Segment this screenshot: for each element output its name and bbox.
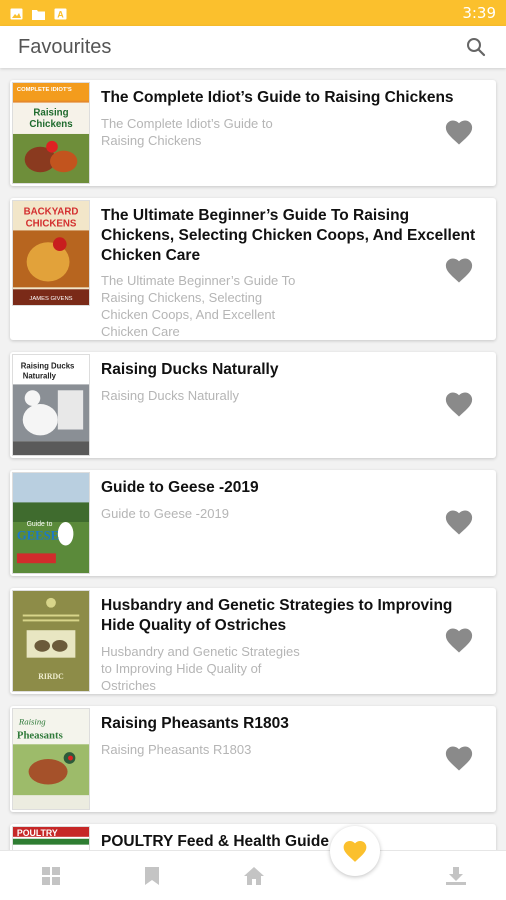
favourite-toggle[interactable] xyxy=(444,508,474,536)
cover-text: COMPLETE IDIOT'S xyxy=(17,87,72,93)
svg-text:A: A xyxy=(57,10,64,20)
book-cover: Guide to GEESE xyxy=(12,472,90,574)
status-time: 3:39 xyxy=(462,4,496,22)
favourite-card[interactable]: Raising Ducks Naturally Raising Ducks Na… xyxy=(10,352,496,458)
nav-bookmarks[interactable] xyxy=(141,865,163,887)
book-title: Husbandry and Genetic Strategies to Impr… xyxy=(101,597,453,634)
search-icon xyxy=(467,38,486,57)
cover-text: Raising xyxy=(33,107,68,118)
home-icon xyxy=(244,867,264,885)
cover-text: BACKYARD xyxy=(24,207,79,218)
favourite-toggle[interactable] xyxy=(444,118,474,146)
book-cover: Raising Ducks Naturally xyxy=(12,354,90,456)
favourite-toggle[interactable] xyxy=(444,744,474,772)
book-title: Raising Pheasants R1803 xyxy=(101,715,289,732)
cover-text: Naturally xyxy=(23,372,57,381)
download-icon xyxy=(446,867,466,885)
cover-text: Raising Ducks xyxy=(21,362,75,371)
favourite-card[interactable]: COMPLETE IDIOT'S Raising Chickens The Co… xyxy=(10,80,496,186)
heart-icon xyxy=(445,746,473,771)
bottom-navigation xyxy=(0,850,506,900)
book-cover: POULTRY xyxy=(12,826,90,850)
heart-icon xyxy=(445,628,473,653)
book-title: Raising Ducks Naturally xyxy=(101,361,279,378)
favourite-toggle[interactable] xyxy=(444,626,474,654)
book-subtitle: Raising Pheasants R1803 xyxy=(101,742,252,757)
book-title: The Complete Idiot’s Guide to Raising Ch… xyxy=(101,89,454,106)
nav-downloads[interactable] xyxy=(445,865,467,887)
bookmark-icon xyxy=(145,867,159,885)
book-title: POULTRY Feed & Health Guide xyxy=(101,833,329,850)
book-cover: BACKYARD CHICKENS JAMES GIVENS xyxy=(12,200,90,306)
book-cover: Raising Pheasants xyxy=(12,708,90,810)
favourite-card[interactable]: BACKYARD CHICKENS JAMES GIVENS The Ultim… xyxy=(10,198,496,340)
page-title: Favourites xyxy=(18,35,112,58)
favourite-card[interactable]: Raising Pheasants Raising Pheasants R180… xyxy=(10,706,496,812)
cover-text: CHICKENS xyxy=(26,218,77,229)
folder-icon xyxy=(32,7,45,20)
book-cover: RIRDC xyxy=(12,590,90,692)
book-title: Guide to Geese -2019 xyxy=(101,479,259,496)
cover-text: RIRDC xyxy=(38,672,64,681)
book-subtitle: The Complete Idiot’s Guide to Raising Ch… xyxy=(101,116,273,148)
book-title: The Ultimate Beginner’s Guide To Raising… xyxy=(101,207,476,264)
cover-text: Pheasants xyxy=(17,729,63,741)
heart-icon xyxy=(343,841,367,862)
favourite-card[interactable]: Guide to GEESE Guide to Geese -2019 Guid… xyxy=(10,470,496,576)
heart-icon xyxy=(445,392,473,417)
heart-icon xyxy=(445,120,473,145)
heart-icon xyxy=(445,258,473,283)
book-subtitle: Guide to Geese -2019 xyxy=(101,506,229,521)
cover-text: GEESE xyxy=(17,529,59,543)
app-notification-icon: A xyxy=(54,7,67,20)
image-icon xyxy=(10,7,23,20)
book-subtitle: Raising Ducks Naturally xyxy=(101,388,239,403)
favourites-list: COMPLETE IDIOT'S Raising Chickens The Co… xyxy=(0,68,506,850)
favourite-toggle[interactable] xyxy=(444,256,474,284)
nav-categories[interactable] xyxy=(40,865,62,887)
favourite-card[interactable]: POULTRY POULTRY Feed & Health Guide xyxy=(10,824,496,850)
favourite-toggle[interactable] xyxy=(444,390,474,418)
cover-text: Guide to xyxy=(27,521,53,528)
status-bar: A 3:39 xyxy=(0,0,506,26)
app-bar: Favourites xyxy=(0,26,506,68)
grid-icon xyxy=(42,867,60,885)
book-subtitle: Husbandry and Genetic Strategies to Impr… xyxy=(101,644,300,693)
book-subtitle: The Ultimate Beginner’s Guide To Raising… xyxy=(101,273,296,339)
search-button[interactable] xyxy=(464,35,488,59)
nav-home[interactable] xyxy=(243,865,265,887)
cover-text: Raising xyxy=(18,717,46,727)
nav-favourites[interactable] xyxy=(330,826,380,876)
cover-text: POULTRY xyxy=(17,828,58,838)
cover-text: Chickens xyxy=(29,119,73,130)
heart-icon xyxy=(445,510,473,535)
favourite-card[interactable]: RIRDC Husbandry and Genetic Strategies t… xyxy=(10,588,496,694)
book-cover: COMPLETE IDIOT'S Raising Chickens xyxy=(12,82,90,184)
cover-text: JAMES GIVENS xyxy=(29,296,72,302)
